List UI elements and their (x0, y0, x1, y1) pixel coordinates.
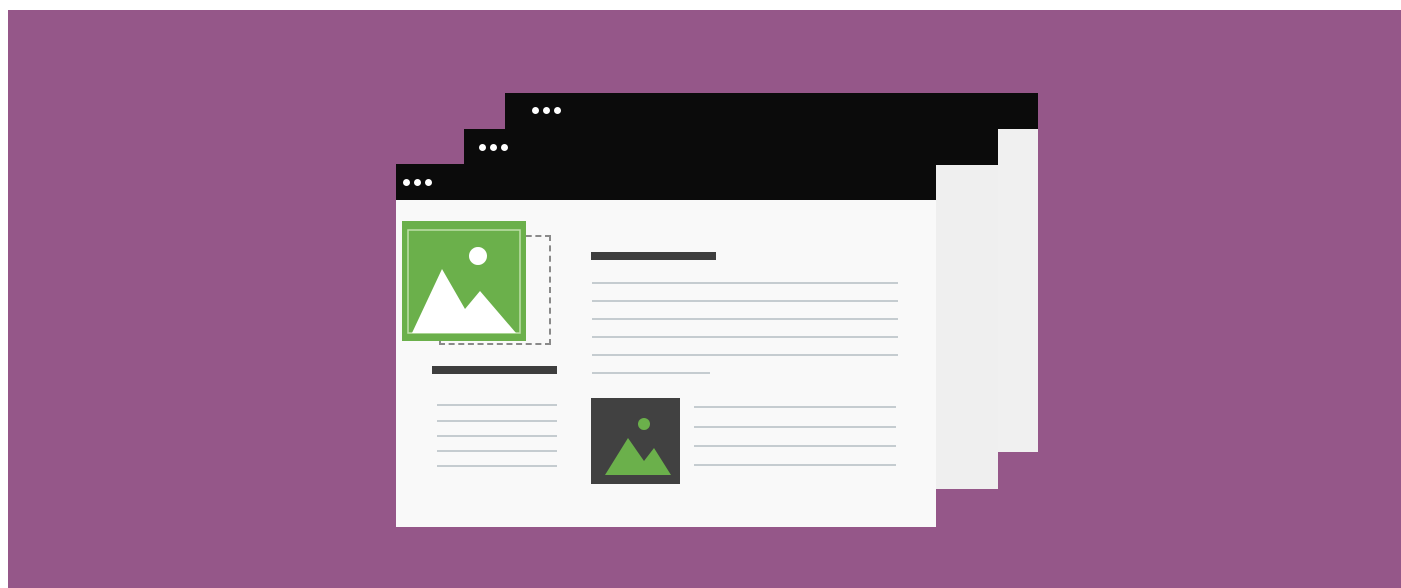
image-placeholder-icon (591, 398, 680, 484)
window-dots (479, 144, 508, 151)
mountain-icon (407, 229, 521, 334)
image-placeholder-icon (402, 221, 526, 341)
left-text-line (437, 435, 557, 437)
dot-icon (425, 179, 432, 186)
left-text-line (437, 465, 557, 467)
back-window-titlebar (505, 93, 1038, 129)
dot-icon (543, 107, 550, 114)
front-window-titlebar (396, 164, 936, 200)
left-heading-bar (432, 366, 557, 374)
right-text-line (694, 426, 896, 428)
page (0, 0, 1401, 588)
right-text-line (592, 318, 898, 320)
dot-icon (554, 107, 561, 114)
right-text-line (592, 354, 898, 356)
dot-icon (414, 179, 421, 186)
window-dots (532, 107, 561, 114)
dot-icon (501, 144, 508, 151)
left-text-line (437, 450, 557, 452)
right-text-line (592, 300, 898, 302)
front-window (396, 164, 936, 527)
dot-icon (490, 144, 497, 151)
left-text-line (437, 404, 557, 406)
right-text-line (592, 336, 898, 338)
mountain-icon (605, 418, 671, 475)
right-text-line (694, 406, 896, 408)
left-text-line (437, 420, 557, 422)
dot-icon (479, 144, 486, 151)
right-heading-bar (591, 252, 716, 260)
right-text-line (592, 282, 898, 284)
window-dots (403, 179, 432, 186)
middle-window-titlebar (464, 129, 998, 165)
right-text-line (694, 464, 896, 466)
dot-icon (403, 179, 410, 186)
right-text-line (694, 445, 896, 447)
right-text-line-short (592, 372, 710, 374)
dot-icon (532, 107, 539, 114)
